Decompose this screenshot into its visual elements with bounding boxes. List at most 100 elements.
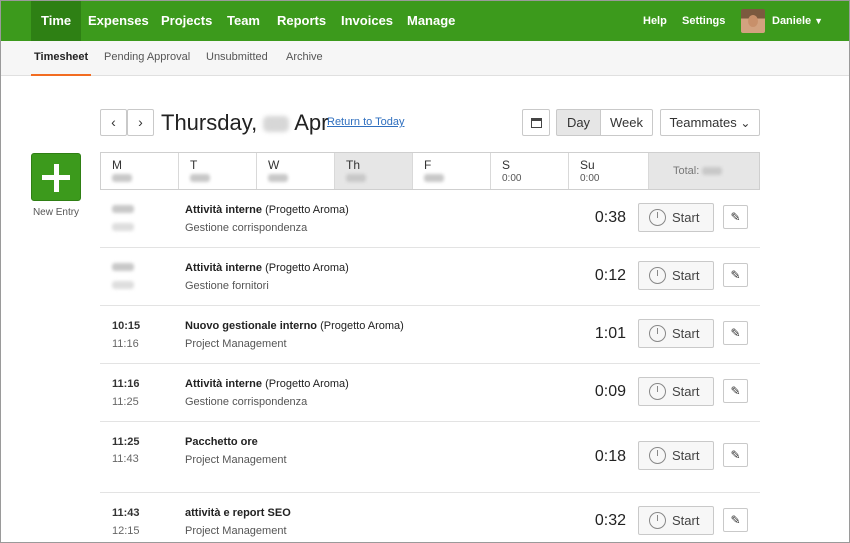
- nav-reports[interactable]: Reports: [267, 1, 336, 41]
- tab-timesheet[interactable]: Timesheet: [31, 41, 92, 76]
- tab-unsubmitted[interactable]: Unsubmitted: [206, 41, 268, 76]
- task-name: Nuovo gestionale interno: [185, 320, 318, 332]
- calendar-button[interactable]: [522, 109, 550, 136]
- pencil-icon: ✎: [730, 326, 741, 340]
- task-name: Attività interne: [185, 204, 263, 216]
- nav-time[interactable]: Time: [31, 1, 82, 41]
- day-name: M: [112, 158, 122, 172]
- day-name: Th: [346, 158, 361, 172]
- start-timer-button[interactable]: Start: [638, 441, 714, 470]
- day-tab-friday[interactable]: F: [413, 153, 491, 189]
- start-timer-button[interactable]: Start: [638, 261, 714, 290]
- start-timer-button[interactable]: Start: [638, 319, 714, 348]
- entry-start-time: 11:16: [112, 378, 140, 390]
- entry-end-time: 11:16: [112, 338, 139, 350]
- tab-archive[interactable]: Archive: [286, 41, 323, 76]
- edit-entry-button[interactable]: ✎: [723, 379, 748, 403]
- sub-nav: Timesheet Pending Approval Unsubmitted A…: [1, 41, 849, 76]
- nav-invoices[interactable]: Invoices: [331, 1, 403, 41]
- edit-entry-button[interactable]: ✎: [723, 263, 748, 287]
- entry-end-time: [112, 279, 134, 293]
- list-item: 10:15 11:16 Nuovo gestionale interno (Pr…: [100, 319, 760, 364]
- edit-entry-button[interactable]: ✎: [723, 443, 748, 467]
- nav-expenses[interactable]: Expenses: [78, 1, 159, 41]
- entry-start-time: 11:25: [112, 436, 140, 448]
- entry-start-time: [112, 203, 134, 217]
- view-week-button[interactable]: Week: [600, 109, 653, 136]
- date-weekday: Thursday,: [161, 110, 258, 135]
- chevron-down-icon: ▼: [814, 16, 824, 26]
- day-tab-tuesday[interactable]: T: [179, 153, 257, 189]
- return-to-today-link[interactable]: Return to Today: [327, 116, 404, 128]
- day-name: F: [424, 158, 432, 172]
- nav-team[interactable]: Team: [217, 1, 270, 41]
- help-link[interactable]: Help: [643, 1, 667, 41]
- entry-task: Nuovo gestionale interno (Progetto Aroma…: [185, 319, 404, 333]
- day-total: 0:00: [580, 173, 600, 184]
- day-total: [112, 172, 178, 185]
- list-item: 11:25 11:43 Pacchetto ore Project Manage…: [100, 435, 760, 493]
- list-item: 11:16 11:25 Attività interne (Progetto A…: [100, 377, 760, 422]
- view-day-button[interactable]: Day: [556, 109, 601, 136]
- week-total: Total:: [649, 153, 759, 189]
- redacted-value: [112, 263, 134, 271]
- start-label: Start: [672, 268, 700, 283]
- task-name: attività e report SEO: [185, 507, 291, 519]
- teammates-dropdown[interactable]: Teammates ⌄: [660, 109, 760, 136]
- redacted-value: [702, 167, 723, 176]
- clock-icon: [649, 512, 666, 529]
- task-name: Attività interne: [185, 262, 263, 274]
- clock-icon: [649, 267, 666, 284]
- start-timer-button[interactable]: Start: [638, 377, 714, 406]
- new-entry-button[interactable]: [31, 153, 81, 201]
- redacted-value: [190, 174, 210, 183]
- day-tab-wednesday[interactable]: W: [257, 153, 335, 189]
- day-tab-thursday[interactable]: Th: [335, 153, 413, 189]
- entry-notes: Gestione corrispondenza: [185, 396, 308, 408]
- start-label: Start: [672, 210, 700, 225]
- chevron-right-icon: ›: [138, 114, 143, 130]
- entry-task: Pacchetto ore: [185, 435, 258, 449]
- page-title: Thursday, Apr: [161, 109, 328, 137]
- avatar[interactable]: [741, 9, 765, 33]
- edit-entry-button[interactable]: ✎: [723, 508, 748, 532]
- entry-end-time: 12:15: [112, 525, 140, 537]
- next-day-button[interactable]: ›: [127, 109, 154, 136]
- date-month: Apr: [294, 110, 329, 135]
- pencil-icon: ✎: [730, 210, 741, 224]
- list-item: Attività interne (Progetto Aroma) Gestio…: [100, 203, 760, 248]
- settings-link[interactable]: Settings: [682, 1, 725, 41]
- edit-entry-button[interactable]: ✎: [723, 205, 748, 229]
- day-tab-saturday[interactable]: S 0:00: [491, 153, 569, 189]
- chevron-down-icon: ⌄: [740, 116, 751, 130]
- day-tab-sunday[interactable]: Su 0:00: [569, 153, 649, 189]
- pencil-icon: ✎: [730, 513, 741, 527]
- entry-task: Attività interne (Progetto Aroma): [185, 261, 349, 275]
- redacted-value: [112, 174, 132, 183]
- day-tab-monday[interactable]: M: [101, 153, 179, 189]
- redacted-value: [424, 174, 444, 183]
- top-nav: Time Expenses Projects Team Reports Invo…: [1, 1, 849, 41]
- entry-task: Attività interne (Progetto Aroma): [185, 377, 349, 391]
- start-timer-button[interactable]: Start: [638, 203, 714, 232]
- entry-notes: Project Management: [185, 338, 287, 350]
- nav-manage[interactable]: Manage: [397, 1, 465, 41]
- project-name: (Progetto Aroma): [320, 320, 404, 332]
- task-name: Pacchetto ore: [185, 436, 258, 448]
- plus-icon-vertical: [53, 164, 59, 192]
- prev-day-button[interactable]: ‹: [100, 109, 127, 136]
- user-name: Daniele: [772, 15, 812, 27]
- project-name: (Progetto Aroma): [265, 204, 349, 216]
- redacted-value: [346, 174, 366, 183]
- start-timer-button[interactable]: Start: [638, 506, 714, 535]
- total-label: Total:: [673, 165, 700, 177]
- user-menu[interactable]: Daniele ▼: [772, 1, 823, 41]
- entry-end-time: 11:43: [112, 453, 139, 465]
- tab-pending-approval[interactable]: Pending Approval: [104, 41, 190, 76]
- entry-duration: 0:32: [594, 512, 626, 529]
- entry-notes: Gestione corrispondenza: [185, 222, 308, 234]
- edit-entry-button[interactable]: ✎: [723, 321, 748, 345]
- clock-icon: [649, 209, 666, 226]
- day-total: 0:00: [502, 173, 522, 184]
- nav-projects[interactable]: Projects: [151, 1, 222, 41]
